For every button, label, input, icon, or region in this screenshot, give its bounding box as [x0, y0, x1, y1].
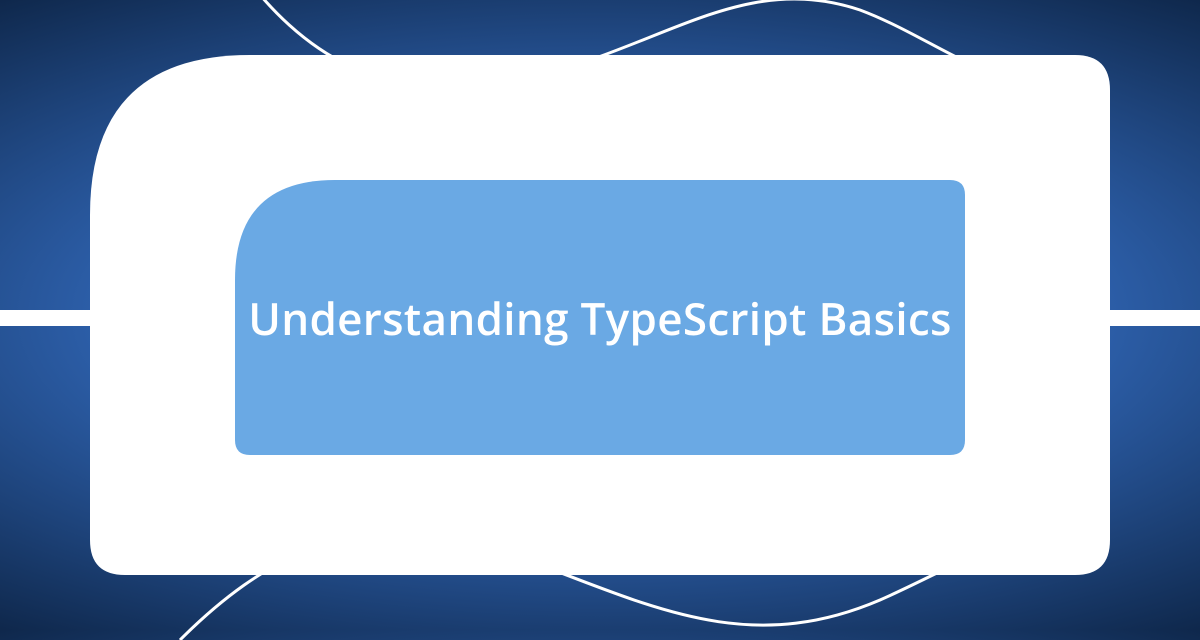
card-title: Understanding TypeScript Basics — [248, 288, 952, 348]
inner-card: Understanding TypeScript Basics — [235, 180, 965, 455]
hero-banner: Understanding TypeScript Basics — [0, 0, 1200, 630]
